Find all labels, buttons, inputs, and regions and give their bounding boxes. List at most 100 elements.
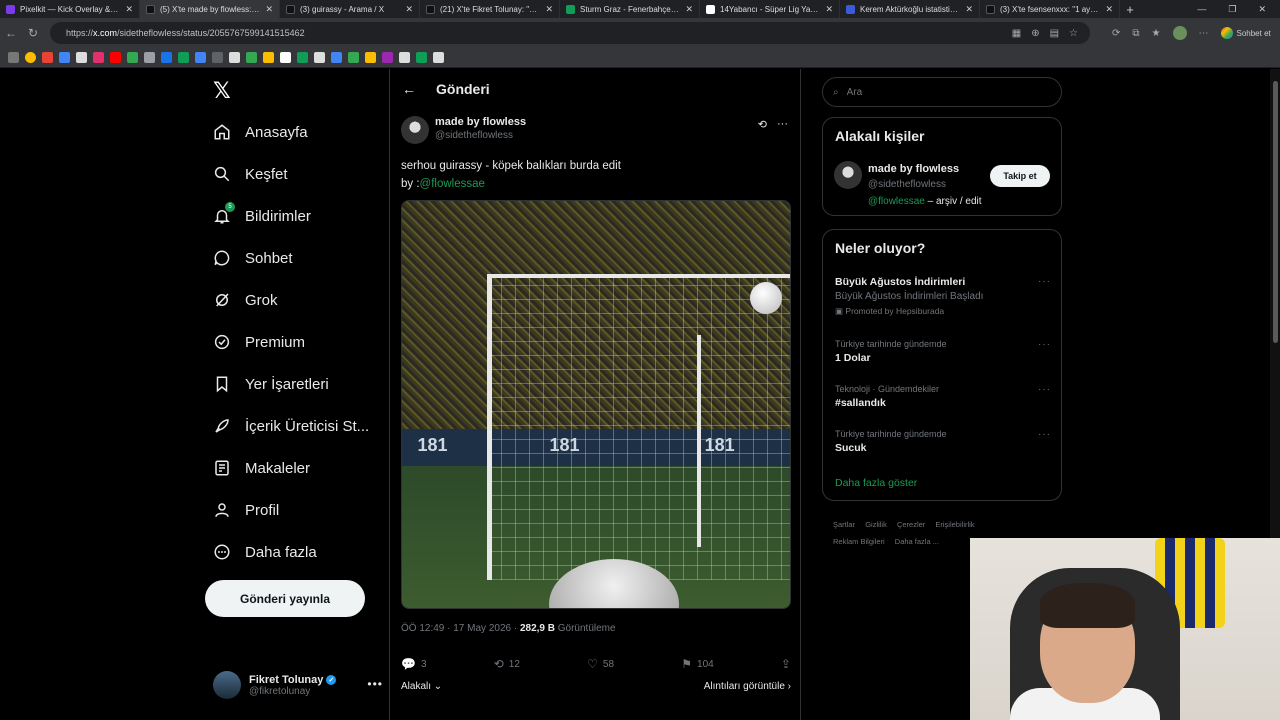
nav-item-profile[interactable]: Profil	[213, 495, 279, 525]
favorites-icon[interactable]: ★	[1152, 28, 1161, 39]
footer-link[interactable]: Çerezler	[897, 520, 925, 529]
footer-link[interactable]: Daha fazla ...	[895, 537, 939, 546]
apps-icon[interactable]: ▦	[1012, 28, 1021, 39]
post-author[interactable]: made by flowless @sidetheflowless	[401, 116, 526, 144]
relevant-name[interactable]: made by flowless	[868, 163, 959, 175]
bookmark-icon[interactable]	[42, 52, 53, 63]
bookmark-button[interactable]: ⚑ 104	[681, 657, 713, 671]
more-dots-icon[interactable]: ···	[777, 118, 788, 131]
bookmark-icon[interactable]	[331, 52, 342, 63]
nav-item-bookmarks[interactable]: Yer İşaretleri	[213, 369, 329, 399]
bookmark-icon[interactable]	[93, 52, 104, 63]
browser-tab[interactable]: Sturm Graz - Fenerbahçe canlı ✕	[560, 0, 700, 18]
more-dots-icon[interactable]: ···	[1038, 276, 1051, 287]
bookmark-icon[interactable]	[382, 52, 393, 63]
sync-icon[interactable]: ⟳	[1112, 28, 1120, 39]
zoom-icon[interactable]: ⊕	[1031, 28, 1039, 39]
footer-link[interactable]: Erişilebilirlik	[935, 520, 974, 529]
search-input[interactable]	[846, 86, 1027, 98]
tab-close-icon[interactable]: ✕	[125, 4, 133, 15]
like-button[interactable]: ♡ 58	[587, 657, 614, 671]
reader-icon[interactable]: ▤	[1050, 28, 1059, 39]
minimize-icon[interactable]: —	[1197, 4, 1206, 14]
bookmark-icon[interactable]	[8, 52, 19, 63]
nav-item-home[interactable]: Anasayfa	[213, 117, 308, 147]
bookmark-icon[interactable]	[212, 52, 223, 63]
bookmark-icon[interactable]	[25, 52, 36, 63]
bookmark-icon[interactable]	[314, 52, 325, 63]
bookmark-icon[interactable]	[76, 52, 87, 63]
back-arrow-icon[interactable]: ←	[402, 81, 416, 97]
avatar[interactable]	[834, 161, 862, 189]
x-logo-icon[interactable]: 𝕏	[213, 79, 231, 104]
account-switcher[interactable]: Fikret Tolunay ✓ @fikretolunay •••	[213, 665, 383, 705]
bookmark-icon[interactable]	[178, 52, 189, 63]
tab-close-icon[interactable]: ✕	[265, 4, 273, 15]
relevant-handle[interactable]: @sidetheflowless	[868, 179, 946, 190]
bookmark-icon[interactable]	[263, 52, 274, 63]
star-icon[interactable]: ☆	[1069, 28, 1078, 39]
bookmark-icon[interactable]	[144, 52, 155, 63]
browser-profile-avatar[interactable]	[1172, 26, 1187, 40]
footer-link[interactable]: Gizlilik	[865, 520, 887, 529]
author-handle[interactable]: @sidetheflowless	[435, 130, 526, 141]
bookmark-icon[interactable]	[161, 52, 172, 63]
bookmark-icon[interactable]	[280, 52, 291, 63]
bookmark-icon[interactable]	[246, 52, 257, 63]
browser-tab[interactable]: 14Yabancı - Süper Lig Yabancı ✕	[700, 0, 840, 18]
avatar[interactable]	[401, 116, 429, 144]
bookmark-icon[interactable]	[297, 52, 308, 63]
nav-item-chat[interactable]: Sohbet	[213, 243, 293, 273]
browser-tab[interactable]: (21) X'te Fikret Tolunay: "@keys ✕	[420, 0, 560, 18]
bookmark-icon[interactable]	[433, 52, 444, 63]
menu-dots-icon[interactable]: ⋯	[1199, 28, 1209, 39]
more-dots-icon[interactable]: ···	[1038, 384, 1051, 395]
tab-close-icon[interactable]: ✕	[1105, 4, 1113, 15]
tab-close-icon[interactable]: ✕	[965, 4, 973, 15]
grok-icon[interactable]: ⟲	[758, 118, 767, 131]
bookmark-icon[interactable]	[127, 52, 138, 63]
trend-item[interactable]: Türkiye tarihinde gündemde Sucuk ···	[835, 429, 1051, 454]
tab-close-icon[interactable]: ✕	[825, 4, 833, 15]
browser-tab[interactable]: Kerem Aktürkoğlu istatistikleri ✕	[840, 0, 980, 18]
restore-icon[interactable]: ❐	[1228, 4, 1236, 15]
reply-button[interactable]: 💬 3	[401, 657, 427, 671]
search-box[interactable]: ⌕	[822, 77, 1062, 107]
post-video[interactable]: 181 181 181	[401, 200, 791, 609]
bookmark-icon[interactable]	[59, 52, 70, 63]
browser-tab[interactable]: (3) X'te fsensenxxx: "1 aydır Fen ✕	[980, 0, 1120, 18]
footer-link[interactable]: Şartlar	[833, 520, 855, 529]
bookmark-icon[interactable]	[229, 52, 240, 63]
trend-item[interactable]: Teknoloji · Gündemdekiler #sallandık ···	[835, 384, 1051, 409]
nav-item-creator-studio[interactable]: İçerik Üreticisi St...	[213, 411, 369, 441]
repost-button[interactable]: ⟲ 12	[494, 657, 520, 671]
browser-tab[interactable]: Pixelkit — Kick Overlay & Bot ✕	[0, 0, 140, 18]
more-dots-icon[interactable]: •••	[367, 677, 383, 691]
share-button[interactable]: ⇪	[781, 657, 791, 671]
nav-item-articles[interactable]: Makaleler	[213, 453, 310, 483]
bookmark-icon[interactable]	[348, 52, 359, 63]
tab-close-icon[interactable]: ✕	[405, 4, 413, 15]
footer-link[interactable]: Reklam Bilgileri	[833, 537, 885, 546]
bookmark-icon[interactable]	[365, 52, 376, 63]
trend-item[interactable]: Türkiye tarihinde gündemde 1 Dolar ···	[835, 339, 1051, 364]
back-arrow-icon[interactable]: ←	[0, 26, 22, 40]
address-bar[interactable]: https://x.com/sidetheflowless/status/205…	[50, 22, 1090, 44]
nav-item-explore[interactable]: Keşfet	[213, 159, 288, 189]
browser-tab[interactable]: (3) guirassy - Arama / X ✕	[280, 0, 420, 18]
post-button[interactable]: Gönderi yayınla	[205, 580, 365, 617]
new-tab-icon[interactable]: +	[1120, 2, 1140, 17]
mention-link[interactable]: @flowlessae	[868, 196, 925, 207]
sort-dropdown[interactable]: Alakalı ⌄	[401, 681, 442, 692]
bookmark-icon[interactable]	[416, 52, 427, 63]
scrollbar-thumb[interactable]	[1273, 81, 1278, 343]
tab-close-icon[interactable]: ✕	[685, 4, 693, 15]
bookmark-icon[interactable]	[195, 52, 206, 63]
extensions-icon[interactable]: ⧉	[1132, 28, 1139, 39]
nav-item-notifications[interactable]: 5 Bildirimler	[213, 201, 311, 231]
bookmark-icon[interactable]	[399, 52, 410, 63]
bookmark-icon[interactable]	[110, 52, 121, 63]
nav-item-premium[interactable]: Premium	[213, 327, 305, 357]
mention-link[interactable]: @flowlessae	[420, 178, 485, 190]
reload-icon[interactable]: ↻	[22, 26, 44, 40]
